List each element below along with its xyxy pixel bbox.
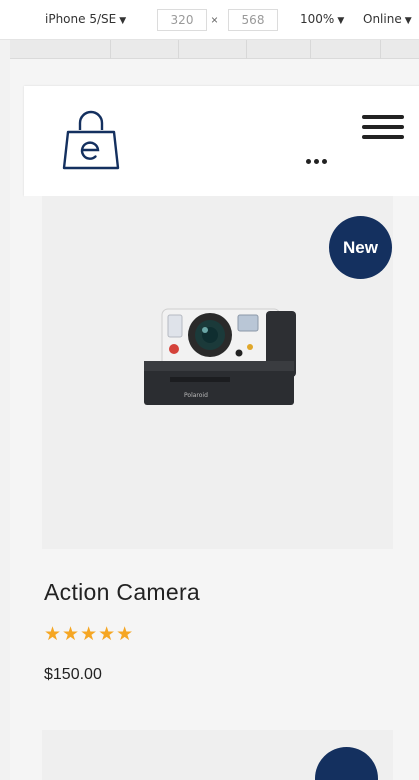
product-image[interactable]: Polaroid New xyxy=(42,196,393,549)
zoom-select-label: 100% xyxy=(300,12,335,26)
chevron-down-icon: ▼ xyxy=(337,16,345,26)
network-select[interactable]: Online ▼ xyxy=(363,12,412,26)
next-product-card[interactable] xyxy=(42,730,393,780)
product-price: $150.00 xyxy=(44,666,102,683)
chevron-down-icon: ▼ xyxy=(119,16,127,26)
shopping-bag-e-icon[interactable] xyxy=(62,110,120,172)
chevron-down-icon: ▼ xyxy=(404,16,412,26)
devtools-toolbar: iPhone 5/SE ▼ 320 × 568 100% ▼ Online ▼ xyxy=(0,0,419,40)
svg-text:Polaroid: Polaroid xyxy=(184,392,208,399)
product-card[interactable]: Polaroid New Action Camera ★★★★★ $150.00 xyxy=(24,196,419,780)
media-query-ruler[interactable] xyxy=(10,40,419,59)
network-select-label: Online xyxy=(363,12,402,26)
new-badge xyxy=(315,747,378,780)
zoom-select[interactable]: 100% ▼ xyxy=(300,12,344,26)
rating-stars: ★★★★★ xyxy=(44,624,135,645)
height-input[interactable]: 568 xyxy=(228,9,278,31)
product-title[interactable]: Action Camera xyxy=(44,579,200,606)
device-select-label: iPhone 5/SE xyxy=(45,12,117,26)
device-select[interactable]: iPhone 5/SE ▼ xyxy=(45,12,126,26)
dimension-separator: × xyxy=(211,13,219,27)
more-dots-icon[interactable] xyxy=(306,151,334,164)
instant-camera-image: Polaroid xyxy=(144,308,296,405)
new-badge: New xyxy=(329,216,392,279)
site-header xyxy=(24,86,419,196)
devtools-gutter xyxy=(0,40,10,780)
hamburger-menu-icon[interactable] xyxy=(362,115,404,141)
device-viewport: Polaroid New Action Camera ★★★★★ $150.00 xyxy=(10,59,419,780)
width-input[interactable]: 320 xyxy=(157,9,207,31)
